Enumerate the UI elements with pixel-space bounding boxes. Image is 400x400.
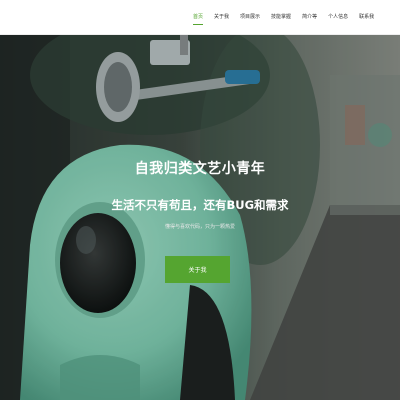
top-navbar: 首页 关于我 项目展示 技能掌握 简介等 个人信息 联系我 xyxy=(0,0,400,35)
main-nav: 首页 关于我 项目展示 技能掌握 简介等 个人信息 联系我 xyxy=(193,0,385,35)
hero-description: 懂得与喜欢代码，只为一颗热爱 xyxy=(164,224,235,230)
hero-overlay xyxy=(0,35,400,400)
nav-item-home[interactable]: 首页 xyxy=(193,0,204,35)
hero-banner: 自我归类文艺小青年 生活不只有苟且，还有BUG和需求 懂得与喜欢代码，只为一颗热… xyxy=(0,35,400,400)
hero-title: 自我归类文艺小青年 xyxy=(134,161,266,178)
nav-item-skills[interactable]: 技能掌握 xyxy=(271,0,291,35)
hero-subtitle: 生活不只有苟且，还有BUG和需求 xyxy=(111,197,289,212)
about-me-button[interactable]: 关于我 xyxy=(165,256,230,283)
nav-item-contact[interactable]: 联系我 xyxy=(359,0,374,35)
nav-item-personal-info[interactable]: 个人信息 xyxy=(328,0,348,35)
nav-item-resume[interactable]: 简介等 xyxy=(302,0,317,35)
nav-item-projects[interactable]: 项目展示 xyxy=(240,0,260,35)
nav-item-about[interactable]: 关于我 xyxy=(214,0,229,35)
